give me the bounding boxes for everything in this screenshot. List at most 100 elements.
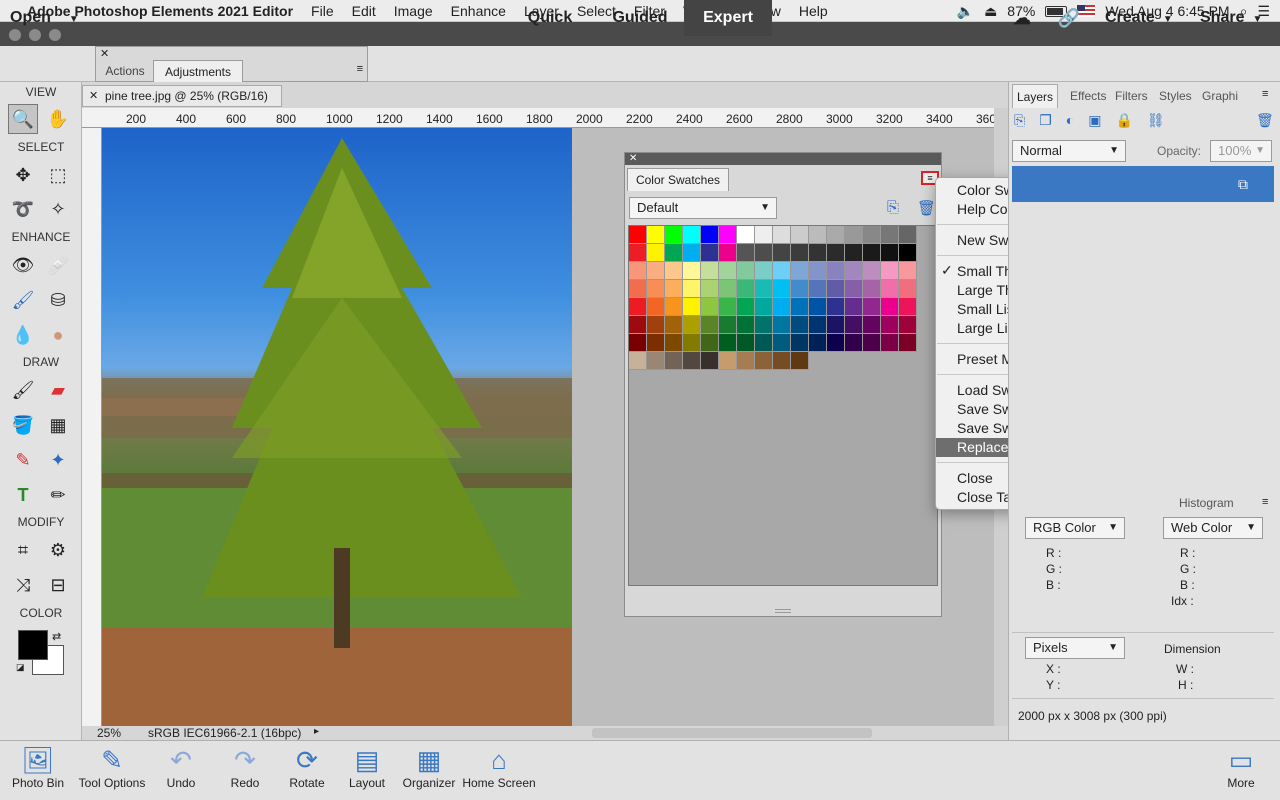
color-swatch[interactable]: [809, 316, 827, 334]
color-swatch[interactable]: [755, 226, 773, 244]
color-swatch[interactable]: [701, 334, 719, 352]
color-swatch[interactable]: [701, 352, 719, 370]
color-swatch[interactable]: [719, 280, 737, 298]
mode-guided[interactable]: Guided: [605, 0, 675, 36]
color-swatch[interactable]: [791, 298, 809, 316]
chevron-right-icon[interactable]: ▸: [314, 726, 319, 737]
hand-tool-icon[interactable]: ✋: [43, 104, 73, 134]
clone-stamp-tool-icon[interactable]: ⛁: [43, 285, 73, 315]
red-eye-tool-icon[interactable]: 👁: [8, 250, 38, 280]
more-button[interactable]: ▭ More: [1216, 744, 1266, 790]
color-swatch[interactable]: [827, 316, 845, 334]
pencil-tool-icon[interactable]: ✏: [43, 480, 73, 510]
tab-filters[interactable]: Filters: [1111, 84, 1152, 108]
close-panel-icon[interactable]: ✕: [629, 153, 637, 164]
color-swatch[interactable]: [629, 262, 647, 280]
move-tool-icon[interactable]: ✥: [8, 160, 38, 190]
smart-brush-tool-icon[interactable]: 🖌: [8, 285, 38, 315]
color-swatch[interactable]: [755, 298, 773, 316]
tool-options-button[interactable]: ✎ Tool Options: [72, 744, 152, 790]
color-swatch[interactable]: [665, 316, 683, 334]
color-swatch[interactable]: [647, 280, 665, 298]
trash-icon[interactable]: 🗑: [917, 199, 936, 217]
cloud-sync-icon[interactable]: ☁: [1010, 0, 1034, 36]
document-tab[interactable]: ✕ pine tree.jpg @ 25% (RGB/16): [82, 85, 282, 107]
content-aware-move-tool-icon[interactable]: ⤨: [8, 570, 38, 600]
rotate-button[interactable]: ⟳ Rotate: [280, 744, 334, 790]
menu-image[interactable]: Image: [385, 3, 442, 19]
menu-file[interactable]: File: [302, 3, 343, 19]
color-swatch[interactable]: [809, 334, 827, 352]
color-swatch[interactable]: [863, 280, 881, 298]
tab-color-swatches[interactable]: Color Swatches: [627, 168, 729, 191]
menu-help[interactable]: Help: [790, 3, 837, 19]
color-swatch[interactable]: [845, 334, 863, 352]
color-swatch[interactable]: [881, 262, 899, 280]
color-swatch[interactable]: [647, 226, 665, 244]
color-swatch[interactable]: [683, 298, 701, 316]
color-swatch[interactable]: [755, 262, 773, 280]
color-swatch[interactable]: [899, 298, 917, 316]
color-swatch[interactable]: [737, 280, 755, 298]
photo-bin-button[interactable]: 🖼 Photo Bin: [4, 744, 72, 790]
color-swatch[interactable]: [665, 244, 683, 262]
new-swatch-icon[interactable]: ⎘: [887, 199, 899, 216]
color-swatch[interactable]: [827, 298, 845, 316]
tab-histogram[interactable]: Histogram: [1175, 493, 1273, 513]
color-swatch[interactable]: [809, 298, 827, 316]
tab-styles[interactable]: Styles: [1155, 84, 1196, 108]
eyedropper-tool-icon[interactable]: ✎: [8, 445, 38, 475]
color-swatch[interactable]: [809, 280, 827, 298]
color-swatch[interactable]: [899, 244, 917, 262]
color-swatch[interactable]: [647, 316, 665, 334]
color-swatch[interactable]: [737, 226, 755, 244]
color-swatch[interactable]: [647, 352, 665, 370]
horizontal-scrollbar[interactable]: [592, 728, 872, 738]
tab-effects[interactable]: Effects: [1066, 84, 1110, 108]
color-swatch[interactable]: [629, 280, 647, 298]
color-swatch[interactable]: [809, 244, 827, 262]
color-swatch[interactable]: [881, 298, 899, 316]
quick-selection-tool-icon[interactable]: ✧: [43, 194, 73, 224]
color-swatch[interactable]: [719, 244, 737, 262]
blur-tool-icon[interactable]: 💧: [8, 320, 38, 350]
straighten-tool-icon[interactable]: ⊟: [43, 570, 73, 600]
color-swatch[interactable]: [683, 262, 701, 280]
gradient-tool-icon[interactable]: ▦: [43, 410, 73, 440]
tab-actions[interactable]: Actions: [100, 60, 150, 82]
color-swatch[interactable]: [665, 298, 683, 316]
custom-shape-tool-icon[interactable]: ✦: [43, 445, 73, 475]
eraser-tool-icon[interactable]: ▰: [43, 375, 73, 405]
type-tool-icon[interactable]: T: [8, 480, 38, 510]
eject-icon[interactable]: ⏏: [984, 3, 997, 20]
color-swatch[interactable]: [773, 352, 791, 370]
color-swatch[interactable]: [845, 298, 863, 316]
lasso-tool-icon[interactable]: ➰: [8, 194, 38, 224]
color-mode-right-select[interactable]: Web Color ▼: [1163, 517, 1263, 539]
color-swatch[interactable]: [899, 262, 917, 280]
color-swatch[interactable]: [881, 226, 899, 244]
color-swatch[interactable]: [827, 226, 845, 244]
color-swatch[interactable]: [773, 226, 791, 244]
color-swatch[interactable]: [773, 262, 791, 280]
swatch-preset-select[interactable]: Default ▼: [629, 197, 777, 219]
paint-bucket-tool-icon[interactable]: 🪣: [8, 410, 38, 440]
color-swatch[interactable]: [773, 334, 791, 352]
color-swatch[interactable]: [683, 280, 701, 298]
color-swatch[interactable]: [683, 316, 701, 334]
opacity-field[interactable]: 100% ▼: [1210, 140, 1272, 162]
swap-colors-icon[interactable]: ⇄: [52, 630, 61, 643]
menu-edit[interactable]: Edit: [343, 3, 385, 19]
mode-quick[interactable]: Quick: [515, 0, 585, 36]
undo-button[interactable]: ↶ Undo: [156, 744, 206, 790]
color-swatch[interactable]: [665, 352, 683, 370]
close-document-icon[interactable]: ✕: [89, 86, 98, 106]
color-swatch[interactable]: [647, 298, 665, 316]
adjustment-layer-icon[interactable]: ◐: [1066, 112, 1074, 130]
color-swatch[interactable]: [791, 334, 809, 352]
color-swatch[interactable]: [719, 352, 737, 370]
photo-pine-tree[interactable]: [102, 128, 572, 726]
color-swatch[interactable]: [737, 316, 755, 334]
color-swatch[interactable]: [629, 334, 647, 352]
color-swatch[interactable]: [719, 226, 737, 244]
